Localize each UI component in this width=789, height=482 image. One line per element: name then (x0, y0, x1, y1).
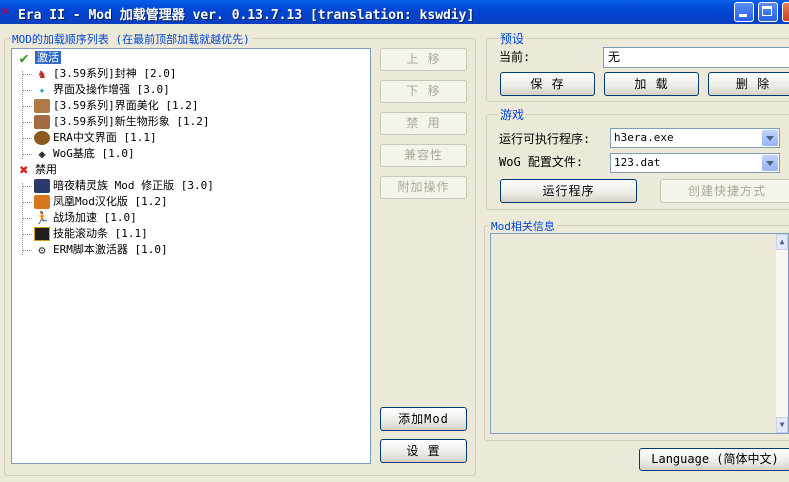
game-group-label: 游戏 (498, 106, 527, 123)
mod-info-text[interactable]: ▲ ▼ (490, 233, 789, 434)
disable-button[interactable]: 禁 用 (380, 112, 467, 135)
scroll-down-icon[interactable]: ▼ (776, 417, 788, 433)
list-item[interactable]: 凤凰Mod汉化版 [1.2] (34, 194, 168, 210)
dragon-icon: ◆ (38, 147, 46, 161)
list-item[interactable]: ✦ 界面及操作增强 [3.0] (34, 82, 169, 98)
current-preset-field[interactable]: 无 (603, 47, 789, 68)
list-item[interactable]: 技能滚动条 [1.1] (34, 226, 148, 242)
list-item[interactable]: ◆ WoG基底 [1.0] (34, 146, 134, 162)
list-item[interactable]: ♞ [3.59系列]封神 [2.0] (34, 66, 176, 82)
extra-operations-button[interactable]: 附加操作 (380, 176, 467, 199)
gear-icon: ⚙ (38, 243, 46, 257)
minimize-button[interactable] (734, 2, 754, 22)
red-creature-icon: ♞ (38, 67, 46, 81)
executable-label: 运行可执行程序: (499, 132, 591, 146)
title-bar[interactable]: ✕ Era II - Mod 加载管理器 ver. 0.13.7.13 [tra… (0, 0, 789, 24)
executable-select[interactable]: h3era.exe (610, 128, 780, 148)
check-icon: ✔ (19, 49, 29, 67)
language-button[interactable]: Language (简体中文) (639, 448, 789, 471)
enabled-category[interactable]: ✔ 激活 (16, 50, 61, 66)
night-elf-icon (34, 179, 50, 193)
wog-config-label: WoG 配置文件: (499, 155, 584, 169)
create-shortcut-button[interactable]: 创建快捷方式 (660, 179, 789, 203)
wog-config-select[interactable]: 123.dat (610, 153, 780, 173)
compatibility-button[interactable]: 兼容性 (380, 144, 467, 167)
list-item[interactable]: 暗夜精灵族 Mod 修正版 [3.0] (34, 178, 214, 194)
app-icon: ✕ (1, 3, 10, 19)
portrait-icon (34, 115, 50, 129)
save-preset-button[interactable]: 保 存 (500, 72, 595, 96)
info-scrollbar[interactable]: ▲ ▼ (776, 234, 788, 433)
running-man-icon: 🏃 (34, 211, 50, 225)
wog-config-value: 123.dat (614, 156, 661, 169)
list-item[interactable]: ⚙ ERM脚本激活器 [1.0] (34, 242, 167, 258)
sparkle-icon: ✦ (38, 83, 46, 97)
add-mod-button[interactable]: 添加Mod (380, 407, 467, 431)
x-icon: ✖ (19, 161, 29, 179)
move-down-button[interactable]: 下 移 (380, 80, 467, 103)
delete-preset-button[interactable]: 删 除 (708, 72, 789, 96)
scroll-up-icon[interactable]: ▲ (776, 234, 788, 250)
run-program-button[interactable]: 运行程序 (500, 179, 637, 203)
portrait-icon (34, 99, 50, 113)
load-preset-button[interactable]: 加 载 (604, 72, 699, 96)
close-button[interactable] (782, 2, 789, 22)
maximize-button[interactable] (758, 2, 778, 22)
list-item[interactable]: 🏃 战场加速 [1.0] (34, 210, 137, 226)
presets-group-label: 预设 (498, 30, 527, 47)
chevron-down-icon[interactable] (762, 155, 778, 171)
disabled-category[interactable]: ✖ 禁用 (16, 162, 57, 178)
mod-list[interactable]: ✔ 激活 ♞ [3.59系列]封神 [2.0] ✦ 界面及操作增强 [3.0] [3.… (11, 48, 371, 464)
list-item[interactable]: [3.59系列]界面美化 [1.2] (34, 98, 198, 114)
current-preset-label: 当前: (499, 50, 531, 64)
mod-info-group-label: Mod相关信息 (489, 218, 557, 234)
window-title: Era II - Mod 加载管理器 ver. 0.13.7.13 [trans… (18, 8, 475, 23)
chevron-down-icon[interactable] (762, 130, 778, 146)
list-item[interactable]: [3.59系列]新生物形象 [1.2] (34, 114, 209, 130)
scroll-bar-icon (34, 227, 50, 241)
settings-button[interactable]: 设 置 (380, 439, 467, 463)
move-up-button[interactable]: 上 移 (380, 48, 467, 71)
phoenix-icon (34, 195, 50, 209)
list-item[interactable]: ERA中文界面 [1.1] (34, 130, 157, 146)
mod-list-group-label: MOD的加载顺序列表 (在最前顶部加载就越优先) (10, 31, 252, 47)
shield-icon (34, 131, 50, 145)
executable-value: h3era.exe (614, 131, 674, 144)
